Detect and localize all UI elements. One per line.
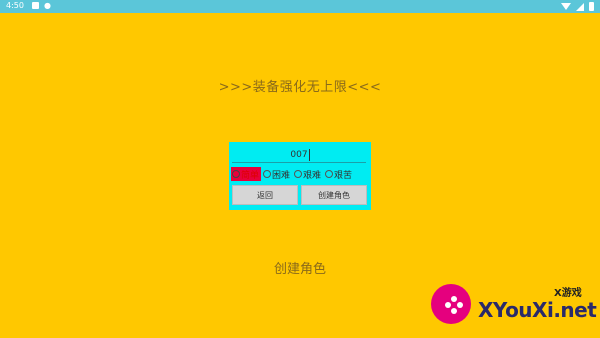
signal-icon xyxy=(576,2,584,11)
radio-button-icon[interactable] xyxy=(232,170,240,178)
difficulty-radio-group: 简单 困难 艰难 艰苦 xyxy=(231,167,371,181)
difficulty-label: 困难 xyxy=(272,170,291,181)
back-button[interactable]: 返回 xyxy=(232,185,298,205)
create-character-button[interactable]: 创建角色 xyxy=(301,185,367,205)
status-icons xyxy=(561,2,594,11)
create-character-panel: 简单 困难 艰难 艰苦 返回 创建角色 xyxy=(229,142,371,210)
notification-icon xyxy=(32,2,39,9)
watermark: X游戏 XYouXi.net xyxy=(428,282,600,338)
difficulty-label: 简单 xyxy=(241,170,260,181)
gamepad-logo-icon xyxy=(431,284,471,324)
difficulty-option-arduous[interactable]: 艰难 xyxy=(293,167,323,181)
create-character-label: 创建角色 xyxy=(273,262,326,277)
difficulty-option-easy[interactable]: 简单 xyxy=(231,167,262,181)
radio-button-icon[interactable] xyxy=(294,170,303,178)
difficulty-label: 艰难 xyxy=(303,170,322,181)
android-icon: ● xyxy=(44,1,51,10)
status-time: 4:50 xyxy=(6,1,24,10)
radio-button-icon[interactable] xyxy=(325,170,334,178)
radio-button-icon[interactable] xyxy=(263,170,272,178)
battery-icon xyxy=(589,2,594,11)
character-name-input[interactable] xyxy=(232,147,366,163)
wifi-icon xyxy=(561,3,571,10)
difficulty-option-grueling[interactable]: 艰苦 xyxy=(324,167,354,181)
text-cursor xyxy=(309,149,310,161)
watermark-small-text: X游戏 xyxy=(554,288,582,299)
difficulty-option-hard[interactable]: 困难 xyxy=(262,167,292,181)
difficulty-label: 艰苦 xyxy=(334,170,353,181)
page-title: >>>装备强化无上限<<< xyxy=(218,80,382,95)
status-bar: 4:50 ● xyxy=(0,0,600,13)
watermark-site-text: XYouXi.net xyxy=(478,298,597,322)
